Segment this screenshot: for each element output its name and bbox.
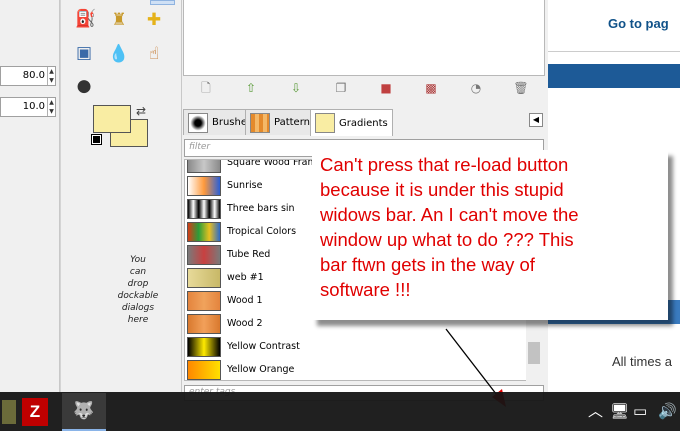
dodge-burn-tool-icon[interactable]: ● [73, 75, 95, 97]
gradient-name: Three bars sin [227, 203, 295, 214]
gradient-name: Sunrise [227, 180, 263, 191]
tab-label: Gradients [339, 117, 388, 129]
heal-tool-icon[interactable]: ✚ [143, 9, 165, 31]
delete-icon[interactable]: 🗑 [512, 79, 530, 97]
swap-colors-icon[interactable]: ⇄ [136, 104, 146, 118]
gradient-swatch [187, 198, 221, 219]
gradient-swatch [187, 336, 221, 357]
app-icon-partial[interactable] [2, 400, 16, 424]
spinbox-value: 80.0 [22, 70, 45, 81]
tab-patterns[interactable]: Patterns [245, 109, 321, 135]
gradient-swatch [187, 175, 221, 196]
raise-icon[interactable]: ⇧ [242, 79, 260, 97]
configure-tab-icon[interactable]: ◀ [529, 113, 543, 127]
gradient-swatch [187, 244, 221, 265]
mask-icon[interactable]: ◔ [467, 79, 485, 97]
callout-text: Can't press that re-load button because … [320, 154, 579, 300]
tab-label: Patterns [274, 117, 316, 128]
gradient-swatch [187, 313, 221, 334]
size-spinbox[interactable]: 10.0 ▲ ▼ [0, 97, 56, 117]
gradient-swatch [187, 290, 221, 311]
filezilla-taskbar-icon[interactable]: Z [22, 398, 48, 426]
duplicate-icon[interactable]: ❐ [332, 79, 350, 97]
smudge-tool-icon[interactable]: ☝ [143, 43, 165, 65]
selected-tool-highlight [150, 0, 175, 5]
spin-arrows-icon[interactable]: ▲ ▼ [47, 67, 55, 85]
gradient-name: Tube Red [227, 249, 271, 260]
gradient-swatch [187, 160, 221, 173]
gradient-swatch [187, 267, 221, 288]
blur-tool-icon[interactable]: 💧 [108, 43, 130, 65]
pattern-thumbnail-icon [250, 112, 270, 133]
clone-stamp-tool-icon[interactable]: ♜ [108, 9, 130, 31]
gradient-swatch [187, 221, 221, 242]
gradient-name: Wood 2 [227, 318, 263, 329]
gradient-name: Yellow Orange [227, 364, 295, 375]
gimp-taskbar-icon[interactable]: 🐺 [62, 393, 106, 431]
merge-icon[interactable]: ▩ [422, 79, 440, 97]
gradient-name: web #1 [227, 272, 264, 283]
scrollbar-thumb[interactable] [528, 342, 540, 364]
opacity-spinbox[interactable]: 80.0 ▲ ▼ [0, 66, 56, 86]
complaint-callout: Can't press that re-load button because … [312, 150, 668, 320]
gradient-name: Square Wood Frame [227, 159, 323, 168]
brush-thumbnail-icon [188, 112, 208, 133]
gradient-name: Wood 1 [227, 295, 263, 306]
gradient-swatch [187, 359, 221, 380]
volume-icon[interactable]: 🔊 [658, 400, 677, 422]
gradient-name: Tropical Colors [227, 226, 297, 237]
tool-options-panel [0, 0, 60, 392]
anchor-icon[interactable]: ■ [377, 79, 395, 97]
default-colors-icon[interactable] [91, 134, 102, 145]
foreground-color-swatch[interactable] [93, 105, 131, 133]
tab-gradients[interactable]: Gradients [310, 109, 393, 136]
spinbox-value: 10.0 [22, 101, 45, 112]
layers-list [183, 0, 545, 76]
new-document-icon[interactable]: 🗋 [197, 79, 215, 97]
spin-arrows-icon[interactable]: ▲ ▼ [47, 98, 55, 116]
gradient-thumbnail-icon [315, 113, 335, 133]
all-times-text: All times a [612, 354, 672, 369]
lower-icon[interactable]: ⇩ [287, 79, 305, 97]
battery-icon[interactable]: ▭ [633, 400, 647, 422]
ink-tool-icon[interactable]: ⛽ [75, 8, 97, 30]
network-icon[interactable]: 🖥 [610, 400, 629, 422]
go-to-page-link[interactable]: Go to pag [608, 16, 669, 31]
drop-dockable-hint: You can drop dockable dialogs here [117, 255, 159, 325]
forum-header-band [548, 64, 680, 88]
gradient-name: Yellow Contrast [227, 341, 300, 352]
show-hidden-icons-chevron-icon[interactable]: ︿ [588, 400, 603, 422]
perspective-clone-tool-icon[interactable]: ▣ [73, 42, 95, 64]
